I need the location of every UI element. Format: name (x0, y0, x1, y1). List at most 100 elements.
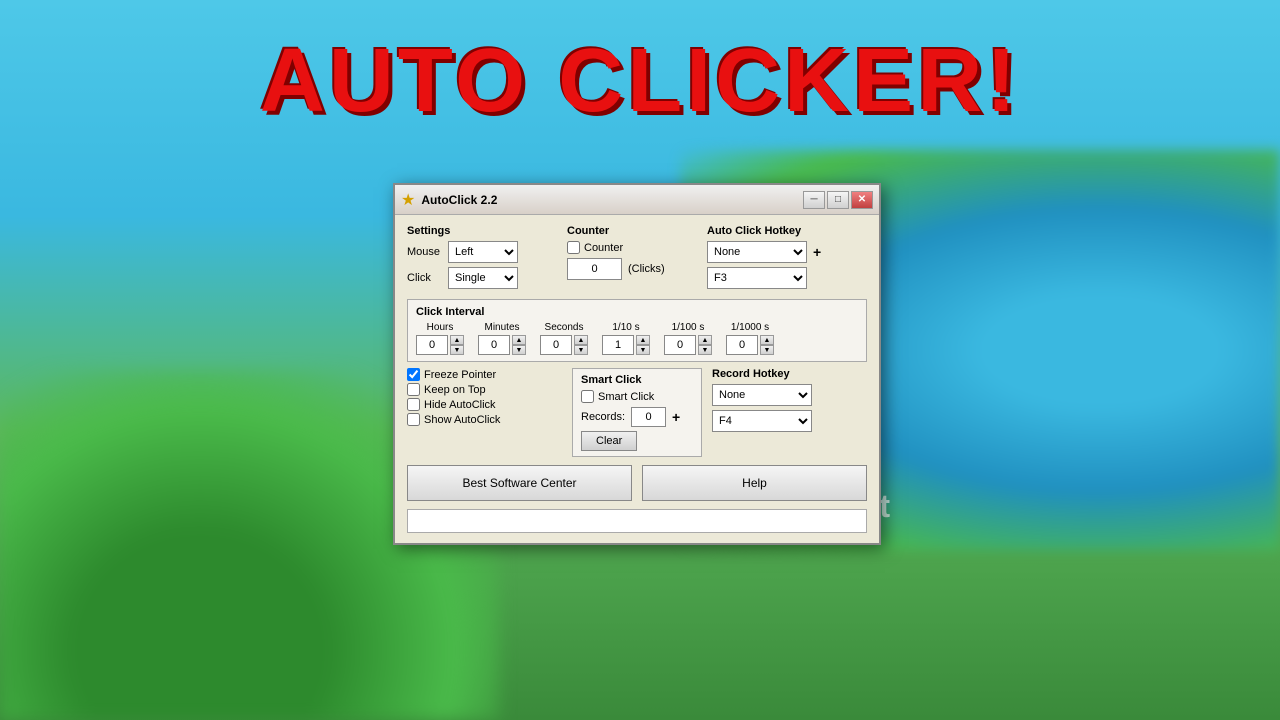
mouse-label: Mouse (407, 246, 442, 258)
hours-input[interactable] (416, 335, 448, 355)
seconds-col: Seconds ▲ ▼ (540, 322, 588, 355)
smart-click-label: Smart Click (581, 374, 693, 386)
top-row: Settings Mouse Left Right Middle Click S… (407, 225, 867, 293)
hotkey-key-select[interactable]: F3 F4 F5 F6 (707, 267, 807, 289)
records-input[interactable] (631, 407, 666, 427)
settings-label: Settings (407, 225, 557, 237)
autoclicker-window: ★ AutoClick 2.2 ─ □ ✕ Settings Mouse Lef… (393, 183, 881, 545)
hundredth-input[interactable] (664, 335, 696, 355)
bottom-buttons: Best Software Center Help (407, 465, 867, 501)
thousandth-header: 1/1000 s (731, 322, 769, 333)
hotkey-modifier-select[interactable]: None Ctrl Alt Shift (707, 241, 807, 263)
thousandth-down-btn[interactable]: ▼ (760, 345, 774, 355)
click-interval-label: Click Interval (416, 306, 858, 318)
records-row: Records: + (581, 407, 693, 427)
records-label: Records: (581, 411, 625, 423)
counter-value-row: (Clicks) (567, 258, 697, 280)
options-section: Freeze Pointer Keep on Top Hide AutoClic… (407, 368, 562, 457)
show-autoclicker-label: Show AutoClick (424, 414, 500, 426)
minutes-spinner-btns: ▲ ▼ (512, 335, 526, 355)
titlebar: ★ AutoClick 2.2 ─ □ ✕ (395, 185, 879, 215)
hide-autoclicker-row: Hide AutoClick (407, 398, 562, 411)
minutes-header: Minutes (484, 322, 519, 333)
show-autoclicker-checkbox[interactable] (407, 413, 420, 426)
counter-section: Counter Counter (Clicks) (567, 225, 697, 293)
hours-col: Hours ▲ ▼ (416, 322, 464, 355)
smart-click-checkbox-row: Smart Click (581, 390, 693, 403)
smart-click-checkbox[interactable] (581, 390, 594, 403)
tenth-header: 1/10 s (612, 322, 639, 333)
tenth-input[interactable] (602, 335, 634, 355)
freeze-pointer-checkbox[interactable] (407, 368, 420, 381)
url-bar[interactable] (407, 509, 867, 533)
hours-spinner: ▲ ▼ (416, 335, 464, 355)
hide-autoclicker-label: Hide AutoClick (424, 399, 496, 411)
freeze-pointer-label: Freeze Pointer (424, 369, 496, 381)
seconds-up-btn[interactable]: ▲ (574, 335, 588, 345)
counter-checkbox-row: Counter (567, 241, 697, 254)
best-software-center-button[interactable]: Best Software Center (407, 465, 632, 501)
help-button[interactable]: Help (642, 465, 867, 501)
record-hotkey-modifier-select[interactable]: None Ctrl Alt Shift (712, 384, 812, 406)
hide-autoclicker-checkbox[interactable] (407, 398, 420, 411)
close-button[interactable]: ✕ (851, 191, 873, 209)
hundredth-header: 1/100 s (672, 322, 705, 333)
minutes-spinner: ▲ ▼ (478, 335, 526, 355)
record-hotkey-section: Record Hotkey None Ctrl Alt Shift F4 F5 … (712, 368, 867, 457)
hundredth-spinner: ▲ ▼ (664, 335, 712, 355)
minutes-input[interactable] (478, 335, 510, 355)
titlebar-buttons: ─ □ ✕ (803, 191, 873, 209)
window-content: Settings Mouse Left Right Middle Click S… (395, 215, 879, 543)
settings-section: Settings Mouse Left Right Middle Click S… (407, 225, 557, 293)
records-plus: + (672, 409, 680, 425)
seconds-header: Seconds (545, 322, 584, 333)
hundredth-spinner-btns: ▲ ▼ (698, 335, 712, 355)
record-hotkey-label: Record Hotkey (712, 368, 867, 380)
keep-on-top-label: Keep on Top (424, 384, 486, 396)
counter-checkbox[interactable] (567, 241, 580, 254)
freeze-pointer-row: Freeze Pointer (407, 368, 562, 381)
clear-button[interactable]: Clear (581, 431, 637, 451)
keep-on-top-checkbox[interactable] (407, 383, 420, 396)
thousandth-col: 1/1000 s ▲ ▼ (726, 322, 774, 355)
tenth-spinner-btns: ▲ ▼ (636, 335, 650, 355)
titlebar-title: AutoClick 2.2 (421, 193, 797, 207)
tenth-down-btn[interactable]: ▼ (636, 345, 650, 355)
hundredth-down-btn[interactable]: ▼ (698, 345, 712, 355)
hundredth-col: 1/100 s ▲ ▼ (664, 322, 712, 355)
counter-value-input[interactable] (567, 258, 622, 280)
click-select[interactable]: Single Double (448, 267, 518, 289)
seconds-down-btn[interactable]: ▼ (574, 345, 588, 355)
hours-header: Hours (427, 322, 454, 333)
main-title: AUTO CLICKER! (0, 30, 1280, 133)
minutes-down-btn[interactable]: ▼ (512, 345, 526, 355)
restore-button[interactable]: □ (827, 191, 849, 209)
seconds-input[interactable] (540, 335, 572, 355)
smart-click-section: Smart Click Smart Click Records: + Clear (572, 368, 702, 457)
middle-row: Freeze Pointer Keep on Top Hide AutoClic… (407, 368, 867, 457)
show-autoclicker-row: Show AutoClick (407, 413, 562, 426)
minutes-up-btn[interactable]: ▲ (512, 335, 526, 345)
auto-click-hotkey-section: Auto Click Hotkey None Ctrl Alt Shift + … (707, 225, 867, 293)
tenth-up-btn[interactable]: ▲ (636, 335, 650, 345)
keep-on-top-row: Keep on Top (407, 383, 562, 396)
tenth-col: 1/10 s ▲ ▼ (602, 322, 650, 355)
hundredth-up-btn[interactable]: ▲ (698, 335, 712, 345)
tenth-spinner: ▲ ▼ (602, 335, 650, 355)
thousandth-spinner: ▲ ▼ (726, 335, 774, 355)
minimize-button[interactable]: ─ (803, 191, 825, 209)
hours-up-btn[interactable]: ▲ (450, 335, 464, 345)
seconds-spinner: ▲ ▼ (540, 335, 588, 355)
minutes-col: Minutes ▲ ▼ (478, 322, 526, 355)
mouse-row: Mouse Left Right Middle (407, 241, 557, 263)
hotkey-plus: + (813, 244, 821, 260)
auto-click-hotkey-label: Auto Click Hotkey (707, 225, 867, 237)
mouse-select[interactable]: Left Right Middle (448, 241, 518, 263)
hours-down-btn[interactable]: ▼ (450, 345, 464, 355)
counter-checkbox-label: Counter (584, 242, 623, 254)
thousandth-input[interactable] (726, 335, 758, 355)
clicks-label: (Clicks) (628, 263, 665, 275)
thousandth-up-btn[interactable]: ▲ (760, 335, 774, 345)
thousandth-spinner-btns: ▲ ▼ (760, 335, 774, 355)
record-hotkey-key-select[interactable]: F4 F5 F6 F7 (712, 410, 812, 432)
